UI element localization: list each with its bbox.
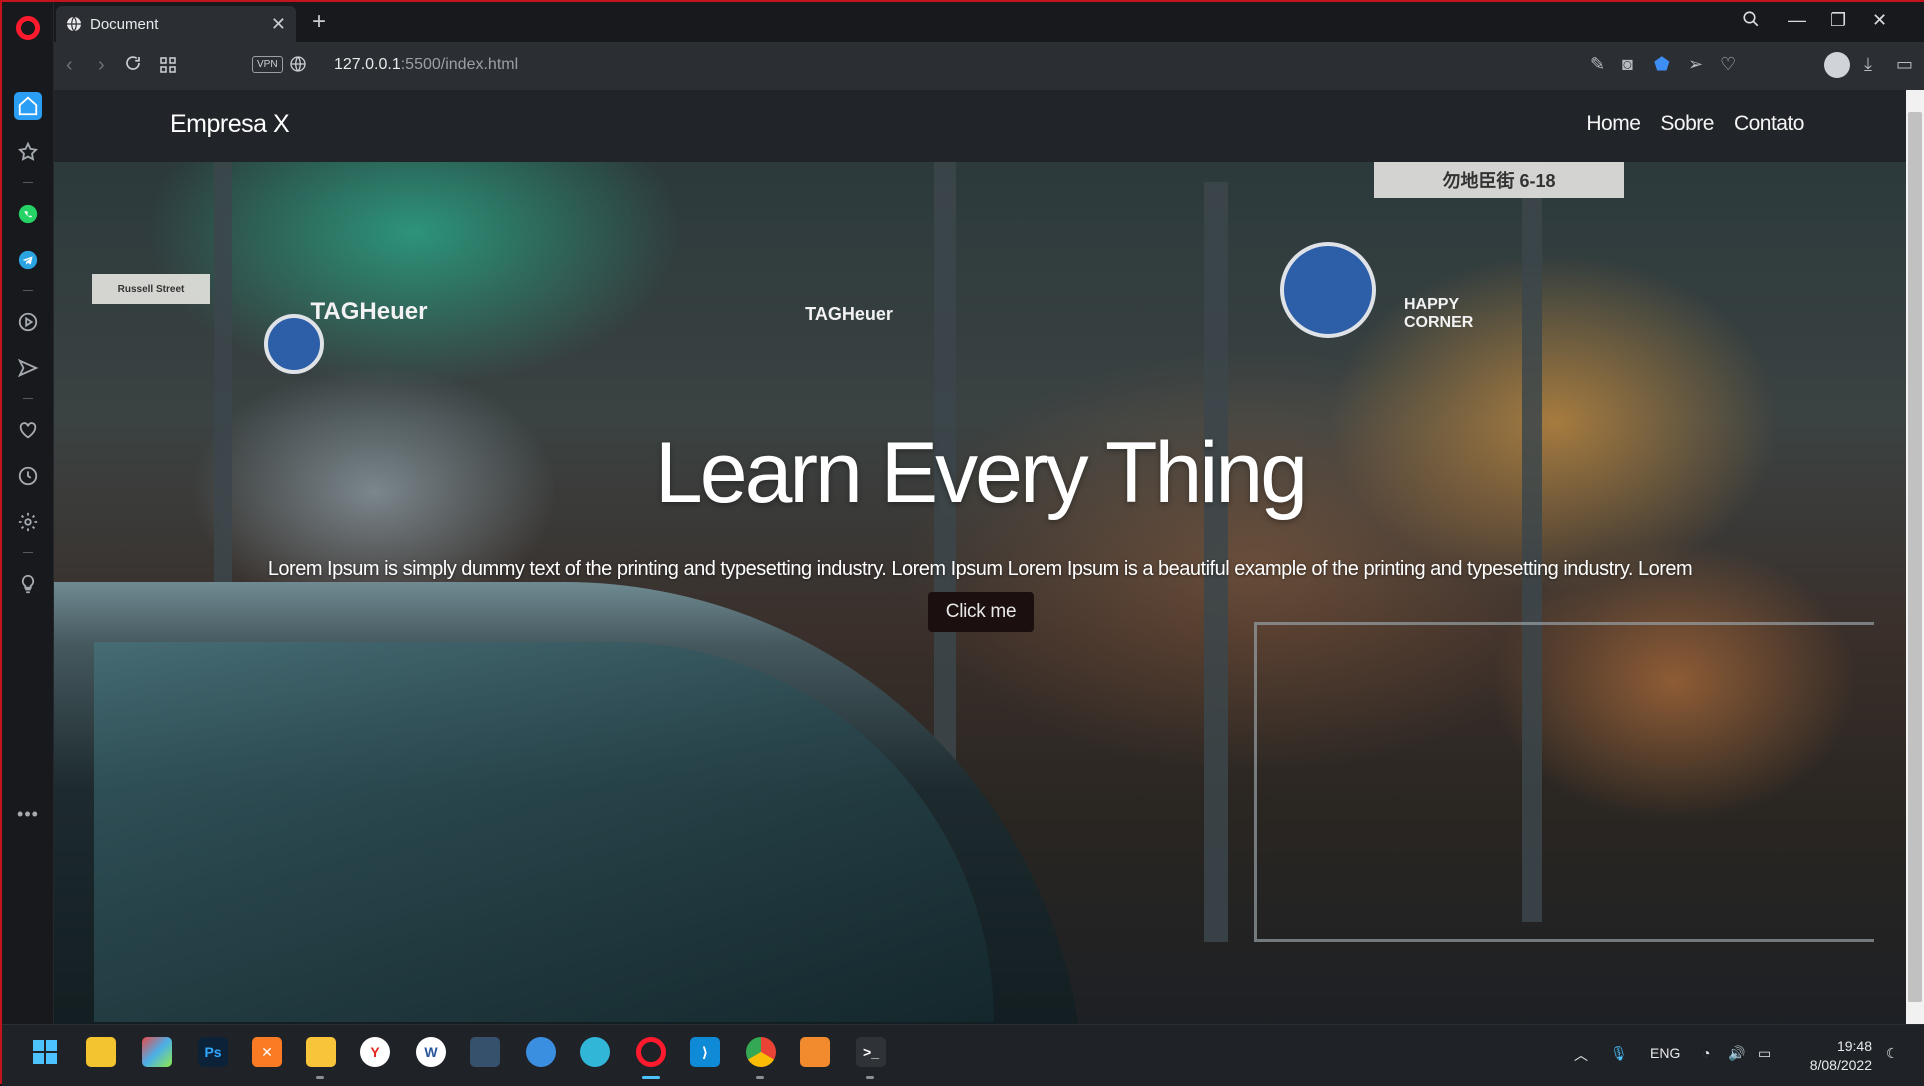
whatsapp-icon[interactable] [14,200,42,228]
sidebar-divider [23,398,33,399]
hero-title: Learn Every Thing [654,425,1308,521]
xampp-icon[interactable]: ✕ [252,1037,282,1067]
home-icon[interactable] [14,92,42,120]
address-bar-row: ‹ › VPN 127.0.0.1:5500/index.html ✎ ◙ ⬟ … [54,42,1924,90]
photoshop-icon[interactable]: Ps [198,1037,228,1067]
history-icon[interactable] [14,462,42,490]
tray-chevron-icon[interactable]: ︿ [1574,1045,1588,1065]
download-icon[interactable]: ⤓ [1864,54,1872,75]
url-path: :5500/index.html [400,56,519,73]
nav-links: Home Sobre Contato [1586,112,1804,136]
tab-title: Document [90,15,159,33]
click-me-button[interactable]: Click me [928,592,1034,632]
taskbar-indicator-active [642,1076,660,1079]
sublime-icon[interactable] [800,1037,830,1067]
battery-saver-icon[interactable]: ▭ [1896,54,1913,75]
tabs-grid-icon[interactable] [160,56,176,79]
taskbar-indicator [756,1076,764,1079]
globe-app-icon[interactable] [580,1037,610,1067]
opera-icon[interactable] [636,1037,666,1067]
site-brand[interactable]: Empresa X [170,110,290,139]
page-viewport: Empresa X Home Sobre Contato 勿地臣街 6-18 R… [54,90,1906,1024]
url-field[interactable]: 127.0.0.1:5500/index.html [334,56,518,74]
microphone-icon[interactable]: 🎙 [1610,1045,1628,1062]
nav-link-contato[interactable]: Contato [1734,112,1805,136]
cloud-icon[interactable] [526,1037,556,1067]
close-window-icon[interactable]: ✕ [1872,10,1887,31]
tab-document[interactable]: Document ✕ [56,6,296,42]
star-icon[interactable] [14,138,42,166]
scrollbar-thumb[interactable] [1908,112,1922,1002]
chrome-icon[interactable] [746,1037,776,1067]
snapshot-icon[interactable]: ◙ [1622,54,1633,75]
tab-close-icon[interactable]: ✕ [271,14,286,35]
globe-icon [67,16,81,32]
volume-icon[interactable]: 🔊 [1728,1045,1745,1062]
telegram-icon[interactable] [14,246,42,274]
forward-icon[interactable]: › [98,54,105,77]
heart-icon[interactable] [14,416,42,444]
sidebar-divider [23,552,33,553]
paint-icon[interactable] [142,1037,172,1067]
edit-page-icon[interactable]: ✎ [1590,54,1605,75]
taskbar-indicator [316,1076,324,1079]
mysql-icon[interactable] [470,1037,500,1067]
language-indicator[interactable]: ENG [1650,1045,1680,1061]
start-icon[interactable] [30,1037,60,1067]
nav-link-home[interactable]: Home [1586,112,1641,136]
player-icon[interactable] [14,308,42,336]
nav-link-sobre[interactable]: Sobre [1660,112,1714,136]
site-navbar: Empresa X Home Sobre Contato [54,90,1906,162]
sidebar-divider [23,290,33,291]
back-icon[interactable]: ‹ [66,54,73,77]
minimize-icon[interactable]: — [1788,10,1806,31]
sidebar-divider [23,182,33,183]
tab-strip: Document ✕ + — ❐ ✕ [54,2,1924,42]
new-tab-icon[interactable]: + [312,8,326,36]
word-icon[interactable]: W [416,1037,446,1067]
flow-send-icon[interactable]: ➢ [1688,54,1703,75]
windows-taskbar: Ps ✕ Y W ⟩ >_ ︿ 🎙 ENG ◔ 🔊 ▭ 19:48 8/08/2… [2,1024,1924,1086]
bookmark-heart-icon[interactable]: ♡ [1720,54,1736,75]
taskbar-clock[interactable]: 19:48 8/08/2022 [1782,1037,1872,1075]
settings-icon[interactable] [14,508,42,536]
vscode-icon[interactable]: ⟩ [690,1037,720,1067]
opera-logo-icon[interactable] [16,16,40,40]
taskbar-indicator [866,1076,874,1079]
hero-section: 勿地臣街 6-18 Russell Street TAGHeuer TAGHeu… [54,162,1906,1024]
files-icon[interactable] [86,1037,116,1067]
lightbulb-icon[interactable] [14,570,42,598]
terminal-icon[interactable]: >_ [856,1037,886,1067]
notifications-icon[interactable]: ☾ [1886,1045,1899,1062]
explorer-icon[interactable] [306,1037,336,1067]
battery-icon[interactable]: ▭ [1758,1045,1771,1062]
profile-avatar[interactable] [1824,52,1850,78]
site-info-icon[interactable] [290,55,306,78]
clock-date: 8/08/2022 [1809,1057,1872,1073]
vpn-badge[interactable]: VPN [252,56,283,73]
reload-icon[interactable] [124,54,142,78]
opera-sidebar: ••• [2,2,54,1024]
send-icon[interactable] [14,354,42,382]
restore-icon[interactable]: ❐ [1830,10,1846,31]
yandex-icon[interactable]: Y [360,1037,390,1067]
hero-content: Learn Every Thing Lorem Ipsum is simply … [54,162,1906,1024]
more-icon[interactable]: ••• [14,800,42,828]
browser-window: ••• Document ✕ + — ❐ ✕ ‹ › VPN 127.0.0.1… [0,0,1924,1086]
clock-time: 19:48 [1836,1038,1872,1054]
hero-text: Lorem Ipsum is simply dummy text of the … [267,558,1693,580]
adblock-shield-icon[interactable]: ⬟ [1654,54,1670,75]
url-host: 127.0.0.1 [334,56,401,73]
search-tabs-icon[interactable] [1742,10,1760,33]
wifi-icon[interactable]: ◔ [1702,1045,1710,1061]
